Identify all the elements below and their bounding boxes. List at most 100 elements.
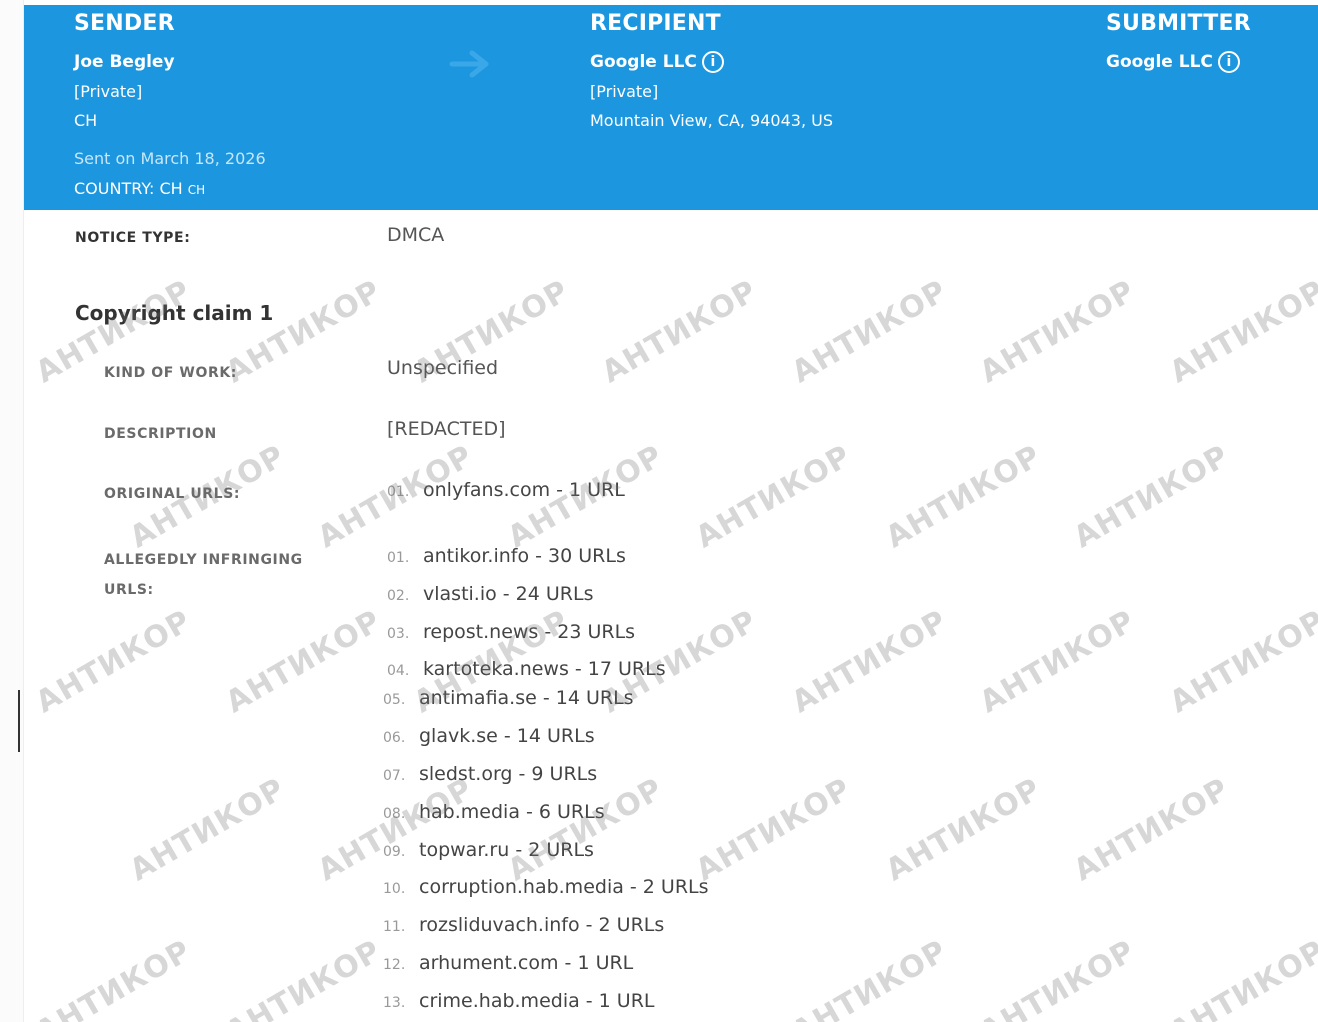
watermark: АНТИКОР <box>596 273 764 391</box>
infringing-url-item[interactable]: 04. kartoteka.news - 17 URLs <box>387 658 666 680</box>
sender-country: COUNTRY: CH CH <box>74 179 205 198</box>
info-icon[interactable]: i <box>701 51 724 73</box>
submitter-name-text: Google LLC <box>1106 52 1213 72</box>
watermark: АНТИКОР <box>880 438 1048 556</box>
watermark: АНТИКОР <box>880 771 1048 889</box>
url-number: 05. <box>383 692 406 708</box>
scroll-mark <box>18 690 20 752</box>
sender-title: SENDER <box>74 11 175 36</box>
url-number: 12. <box>383 957 406 973</box>
watermark: АНТИКОР <box>220 273 388 391</box>
notice-type-label: NOTICE TYPE: <box>75 230 191 246</box>
submitter-name: Google LLC i <box>1106 51 1251 73</box>
url-number: 10. <box>383 881 406 897</box>
url-number: 09. <box>383 844 406 860</box>
url-number: 06. <box>383 730 406 746</box>
url-text[interactable]: hab.media - 6 URLs <box>419 801 605 823</box>
kind-of-work-label: KIND OF WORK: <box>104 365 237 381</box>
infringing-url-item[interactable]: 02. vlasti.io - 24 URLs <box>387 583 593 605</box>
recipient-name: Google LLC i <box>590 51 833 73</box>
watermark: АНТИКОР <box>786 273 954 391</box>
url-text[interactable]: crime.hab.media - 1 URL <box>419 990 655 1012</box>
infringing-url-item[interactable]: 01. antikor.info - 30 URLs <box>387 545 626 567</box>
url-number: 11. <box>383 919 406 935</box>
watermark: АНТИКОР <box>690 438 858 556</box>
watermark: АНТИКОР <box>974 933 1142 1022</box>
sender-line2: CH <box>74 111 98 130</box>
infringing-urls-label-2: URLS: <box>104 582 154 598</box>
recipient-column: RECIPIENT Google LLC i [Private] Mountain… <box>590 11 833 131</box>
infringing-url-item[interactable]: 09. topwar.ru - 2 URLs <box>383 839 594 861</box>
infringing-url-item[interactable]: 06. glavk.se - 14 URLs <box>383 725 595 747</box>
recipient-title: RECIPIENT <box>590 11 721 36</box>
watermark: АНТИКОР <box>1164 273 1318 391</box>
country-code: CH <box>187 183 206 197</box>
watermark: АНТИКОР <box>1164 933 1318 1022</box>
sender-column: SENDER Joe Begley [Private] CH <box>74 11 175 131</box>
recipient-line2: Mountain View, CA, 94043, US <box>590 111 833 130</box>
infringing-url-item[interactable]: 10. corruption.hab.media - 2 URLs <box>383 876 709 898</box>
watermark: АНТИКОР <box>786 603 954 721</box>
url-number: 04. <box>387 663 410 679</box>
watermark: АНТИКОР <box>690 771 858 889</box>
watermark: АНТИКОР <box>124 771 292 889</box>
url-text[interactable]: antikor.info - 30 URLs <box>423 545 626 567</box>
description-label: DESCRIPTION <box>104 426 217 442</box>
kind-of-work-value: Unspecified <box>387 357 499 379</box>
notice-type-value: DMCA <box>387 224 445 246</box>
url-number: 07. <box>383 768 406 784</box>
watermark: АНТИКОР <box>220 603 388 721</box>
url-text[interactable]: topwar.ru - 2 URLs <box>419 839 594 861</box>
recipient-name-text: Google LLC <box>590 52 697 72</box>
url-text[interactable]: repost.news - 23 URLs <box>423 621 635 643</box>
claim-title: Copyright claim 1 <box>75 301 274 325</box>
url-number: 01. <box>387 550 410 566</box>
recipient-line1: [Private] <box>590 82 659 101</box>
url-number: 03. <box>387 626 410 642</box>
infringing-url-item[interactable]: 11. rozsliduvach.info - 2 URLs <box>383 914 664 936</box>
infringing-url-item[interactable]: 12. arhument.com - 1 URL <box>383 952 633 974</box>
url-text[interactable]: arhument.com - 1 URL <box>419 952 633 974</box>
url-number: 02. <box>387 588 410 604</box>
original-url-item[interactable]: 01. onlyfans.com - 1 URL <box>387 479 625 501</box>
watermark: АНТИКОР <box>1164 603 1318 721</box>
url-text[interactable]: rozsliduvach.info - 2 URLs <box>419 914 664 936</box>
watermark: АНТИКОР <box>30 933 198 1022</box>
sent-date: Sent on March 18, 2026 <box>74 149 266 168</box>
watermark: АНТИКОР <box>786 933 954 1022</box>
infringing-url-item[interactable]: 08. hab.media - 6 URLs <box>383 801 605 823</box>
watermark: АНТИКОР <box>974 603 1142 721</box>
url-text[interactable]: glavk.se - 14 URLs <box>419 725 595 747</box>
notice-header: SENDER Joe Begley [Private] CH Sent on M… <box>24 5 1318 210</box>
submitter-column: SUBMITTER Google LLC i <box>1106 11 1251 73</box>
watermark: АНТИКОР <box>1068 438 1236 556</box>
infringing-url-item[interactable]: 05. antimafia.se - 14 URLs <box>383 687 634 709</box>
url-text[interactable]: onlyfans.com - 1 URL <box>423 479 625 501</box>
infringing-url-item[interactable]: 13. crime.hab.media - 1 URL <box>383 990 655 1012</box>
description-value: [REDACTED] <box>387 418 506 440</box>
infringing-urls-label: ALLEGEDLY INFRINGING <box>104 552 303 568</box>
sender-line1: [Private] <box>74 82 143 101</box>
infringing-url-item[interactable]: 03. repost.news - 23 URLs <box>387 621 635 643</box>
country-label: COUNTRY: CH <box>74 179 183 198</box>
url-text[interactable]: corruption.hab.media - 2 URLs <box>419 876 709 898</box>
url-text[interactable]: kartoteka.news - 17 URLs <box>423 658 666 680</box>
info-icon[interactable]: i <box>1217 51 1240 73</box>
url-text[interactable]: sledst.org - 9 URLs <box>419 763 597 785</box>
url-number: 13. <box>383 995 406 1011</box>
url-number: 08. <box>383 806 406 822</box>
watermark: АНТИКОР <box>312 771 480 889</box>
sender-name: Joe Begley <box>74 51 175 73</box>
infringing-url-item[interactable]: 07. sledst.org - 9 URLs <box>383 763 597 785</box>
watermark: АНТИКОР <box>220 933 388 1022</box>
sender-name-text: Joe Begley <box>74 52 175 72</box>
watermark: АНТИКОР <box>502 771 670 889</box>
url-number: 01. <box>387 484 410 500</box>
url-text[interactable]: antimafia.se - 14 URLs <box>419 687 634 709</box>
watermark: АНТИКОР <box>974 273 1142 391</box>
left-page-edge <box>0 0 24 1022</box>
url-text[interactable]: vlasti.io - 24 URLs <box>423 583 593 605</box>
watermark: АНТИКОР <box>30 603 198 721</box>
submitter-title: SUBMITTER <box>1106 11 1251 36</box>
watermark: АНТИКОР <box>1068 771 1236 889</box>
